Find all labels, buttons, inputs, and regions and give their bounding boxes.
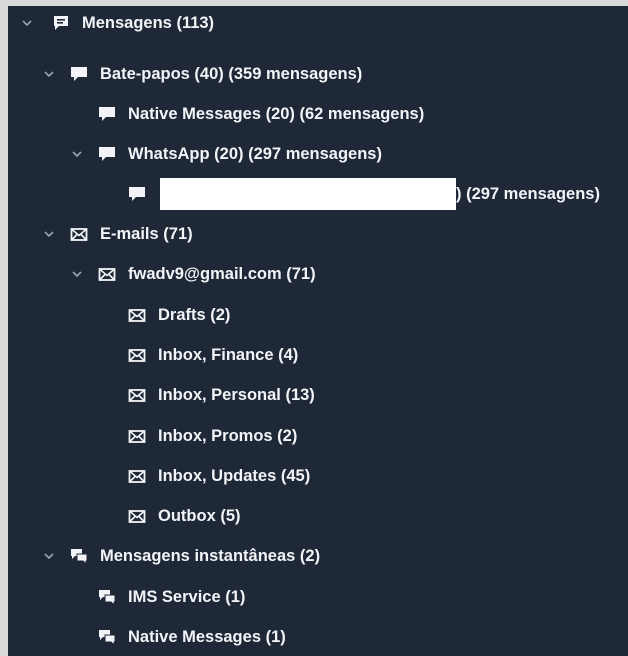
tree-node-label: ) (297 mensagens) <box>456 184 600 203</box>
tree-node-label: IMS Service (1) <box>128 587 246 606</box>
tree-node-emails[interactable]: E-mails (71) <box>8 214 628 254</box>
tree-node-bate-papos[interactable]: Bate-papos (40) (359 mensagens) <box>8 54 628 94</box>
chevron-down-icon[interactable] <box>42 67 56 81</box>
tree-node-folder-inbox-promos[interactable]: Inbox, Promos (2) <box>8 416 628 456</box>
envelope-icon <box>128 508 146 524</box>
tree-node-label: Inbox, Promos (2) <box>158 426 298 445</box>
tree-node-label: Drafts (2) <box>158 305 231 324</box>
envelope-icon <box>98 266 116 282</box>
tree-node-label: Inbox, Updates (45) <box>158 466 311 485</box>
chat-bubble-icon <box>70 66 88 82</box>
chat-bubble-icon <box>98 106 116 122</box>
tree-node-label: Native Messages (20) (62 mensagens) <box>128 104 425 123</box>
chevron-down-icon[interactable] <box>42 549 56 563</box>
tree-node-whatsapp[interactable]: WhatsApp (20) (297 mensagens) <box>8 134 628 174</box>
im-icon <box>98 629 116 645</box>
tree-node-label: Bate-papos (40) (359 mensagens) <box>100 64 363 83</box>
tree-node-folder-inbox-finance[interactable]: Inbox, Finance (4) <box>8 335 628 375</box>
tree-node-label: WhatsApp (20) (297 mensagens) <box>128 144 382 163</box>
tree-node-folder-drafts[interactable]: Drafts (2) <box>8 295 628 335</box>
tree-node-label: Outbox (5) <box>158 506 241 525</box>
tree-node-label: fwadv9@gmail.com (71) <box>128 264 316 283</box>
tree-node-label: E-mails (71) <box>100 224 193 243</box>
envelope-icon <box>128 347 146 363</box>
message-tree-panel: Mensagens (113) Bate-papos (40) (359 men… <box>8 6 628 656</box>
envelope-icon <box>128 428 146 444</box>
chevron-down-icon[interactable] <box>20 16 34 30</box>
redacted-contact-name <box>160 178 456 210</box>
tree-node-label: Inbox, Personal (13) <box>158 385 315 404</box>
chevron-down-icon[interactable] <box>42 227 56 241</box>
chevron-down-icon[interactable] <box>70 267 84 281</box>
tree-node-whatsapp-contact[interactable]: ) (297 mensagens) <box>8 174 628 214</box>
tree-node-folder-outbox[interactable]: Outbox (5) <box>8 496 628 536</box>
tree-node-label: Mensagens (113) <box>82 13 215 32</box>
tree-node-folder-inbox-updates[interactable]: Inbox, Updates (45) <box>8 456 628 496</box>
envelope-icon <box>128 468 146 484</box>
tree-node-label: Mensagens instantâneas (2) <box>100 546 321 565</box>
envelope-icon <box>70 226 88 242</box>
im-icon <box>98 589 116 605</box>
im-icon <box>70 548 88 564</box>
tree-node-mensagens[interactable]: Mensagens (113) <box>8 6 628 43</box>
tree-node-native-messages[interactable]: Native Messages (20) (62 mensagens) <box>8 94 628 134</box>
tree-node-im-native-messages[interactable]: Native Messages (1) <box>8 617 628 656</box>
tree-node-ims-service[interactable]: IMS Service (1) <box>8 577 628 617</box>
chat-bubble-icon <box>98 146 116 162</box>
tree-node-label: Inbox, Finance (4) <box>158 345 299 364</box>
tree-node-instant-messages[interactable]: Mensagens instantâneas (2) <box>8 536 628 576</box>
chevron-down-icon[interactable] <box>70 147 84 161</box>
envelope-icon <box>128 387 146 403</box>
envelope-icon <box>128 307 146 323</box>
tree-node-label: Native Messages (1) <box>128 627 286 646</box>
tree-node-folder-inbox-personal[interactable]: Inbox, Personal (13) <box>8 375 628 415</box>
message-icon <box>52 15 70 31</box>
chat-bubble-icon <box>128 186 146 202</box>
tree-node-email-account[interactable]: fwadv9@gmail.com (71) <box>8 254 628 294</box>
